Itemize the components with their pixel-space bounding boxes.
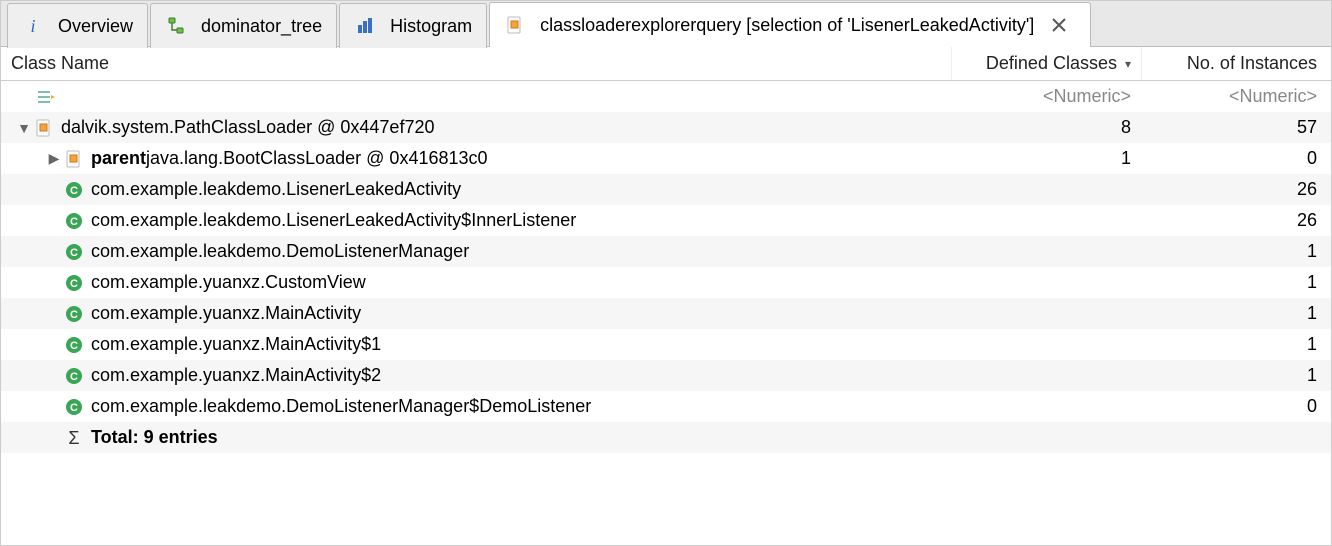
cell-instances: 26 (1141, 210, 1331, 231)
class-icon: C (63, 179, 85, 201)
cell-instances: 0 (1141, 148, 1331, 169)
table-row[interactable]: Ccom.example.leakdemo.LisenerLeakedActiv… (1, 205, 1331, 236)
class-icon: C (63, 303, 85, 325)
cell-instances: 1 (1141, 365, 1331, 386)
svg-text:C: C (70, 402, 78, 414)
column-label: Class Name (11, 53, 109, 73)
cell-defined: 1 (951, 148, 1141, 169)
table-row[interactable]: Ccom.example.leakdemo.LisenerLeakedActiv… (1, 174, 1331, 205)
tab-label: dominator_tree (201, 16, 322, 37)
class-icon: C (63, 334, 85, 356)
column-label: No. of Instances (1187, 53, 1317, 74)
cell-instances: 1 (1141, 334, 1331, 355)
doc-icon (33, 117, 55, 139)
class-icon: C (63, 272, 85, 294)
chevron-down-icon[interactable]: ▼ (15, 120, 33, 136)
row-label: dalvik.system.PathClassLoader @ 0x447ef7… (61, 117, 434, 138)
row-label: Total: 9 entries (91, 427, 218, 448)
bars-icon (354, 15, 376, 37)
row-label: com.example.leakdemo.DemoListenerManager (91, 241, 469, 262)
tab-overview[interactable]: i Overview (7, 3, 148, 48)
tab-label: Overview (58, 16, 133, 37)
tab-label: classloaderexplorerquery [selection of '… (540, 15, 1034, 36)
cell-instances: 1 (1141, 272, 1331, 293)
table-row[interactable]: Ccom.example.yuanxz.MainActivity$1 1 (1, 329, 1331, 360)
sigma-icon: Σ (63, 427, 85, 449)
chevron-right-icon[interactable]: ▶ (45, 150, 63, 167)
tab-dominator_tree[interactable]: dominator_tree (150, 3, 337, 48)
cell-instances: 1 (1141, 303, 1331, 324)
row-label: com.example.yuanxz.CustomView (91, 272, 366, 293)
class-icon: C (63, 210, 85, 232)
summary-row: Σ Total: 9 entries (1, 422, 1331, 453)
info-icon: i (22, 15, 44, 37)
row-label: com.example.yuanxz.MainActivity (91, 303, 361, 324)
row-label: com.example.leakdemo.DemoListenerManager… (91, 396, 591, 417)
svg-text:C: C (70, 247, 78, 259)
cell-instances: 0 (1141, 396, 1331, 417)
cell-instances: 57 (1141, 117, 1331, 138)
instances-filter[interactable]: <Numeric> (1141, 86, 1331, 107)
svg-text:Σ: Σ (68, 428, 79, 448)
filter-icon (35, 86, 57, 108)
doc-icon (63, 148, 85, 170)
defined-filter[interactable]: <Numeric> (951, 86, 1141, 107)
doc-icon (504, 14, 526, 36)
column-header-class-name[interactable]: Class Name (1, 53, 951, 74)
row-label: java.lang.BootClassLoader @ 0x416813c0 (146, 148, 488, 169)
svg-text:C: C (70, 309, 78, 321)
cell-defined: 8 (951, 117, 1141, 138)
table-row[interactable]: Ccom.example.yuanxz.CustomView 1 (1, 267, 1331, 298)
table-row[interactable]: Ccom.example.yuanxz.MainActivity$2 1 (1, 360, 1331, 391)
class-icon: C (63, 365, 85, 387)
table-row[interactable]: Ccom.example.leakdemo.DemoListenerManage… (1, 236, 1331, 267)
svg-text:C: C (70, 371, 78, 383)
class-icon: C (63, 241, 85, 263)
svg-text:i: i (30, 16, 35, 36)
svg-text:C: C (70, 340, 78, 352)
column-header-defined-classes[interactable]: Defined Classes ▾ (951, 47, 1141, 80)
table-body: <Numeric><Numeric> ▼ dalvik.system.PathCla… (1, 81, 1331, 453)
cell-instances: 26 (1141, 179, 1331, 200)
tree-icon (165, 15, 187, 37)
row-label: com.example.yuanxz.MainActivity$1 (91, 334, 381, 355)
class-icon: C (63, 396, 85, 418)
table-row[interactable]: ▼ dalvik.system.PathClassLoader @ 0x447ef… (1, 112, 1331, 143)
filter-row: <Numeric><Numeric> (1, 81, 1331, 112)
table-row[interactable]: Ccom.example.yuanxz.MainActivity 1 (1, 298, 1331, 329)
row-label: com.example.yuanxz.MainActivity$2 (91, 365, 381, 386)
row-label: com.example.leakdemo.LisenerLeakedActivi… (91, 179, 461, 200)
cell-instances: 1 (1141, 241, 1331, 262)
svg-text:C: C (70, 278, 78, 290)
svg-text:C: C (70, 185, 78, 197)
table-row[interactable]: ▶ parent java.lang.BootClassLoader @ 0x41… (1, 143, 1331, 174)
table-header: Class Name Defined Classes ▾ No. of Inst… (1, 47, 1331, 81)
table-row[interactable]: Ccom.example.leakdemo.DemoListenerManage… (1, 391, 1331, 422)
tab-bar: i Overview dominator_tree Histogram classloa… (1, 1, 1331, 47)
column-header-instances[interactable]: No. of Instances (1141, 47, 1331, 80)
row-prefix: parent (91, 148, 146, 169)
column-label: Defined Classes (986, 53, 1117, 74)
chevron-down-icon: ▾ (1125, 57, 1131, 71)
row-label: com.example.leakdemo.LisenerLeakedActivi… (91, 210, 576, 231)
tab-classloaderexplorerquery[interactable]: classloaderexplorerquery [selection of '… (489, 2, 1091, 47)
svg-text:C: C (70, 216, 78, 228)
close-icon[interactable] (1048, 14, 1070, 36)
tab-histogram[interactable]: Histogram (339, 3, 487, 48)
tab-label: Histogram (390, 16, 472, 37)
